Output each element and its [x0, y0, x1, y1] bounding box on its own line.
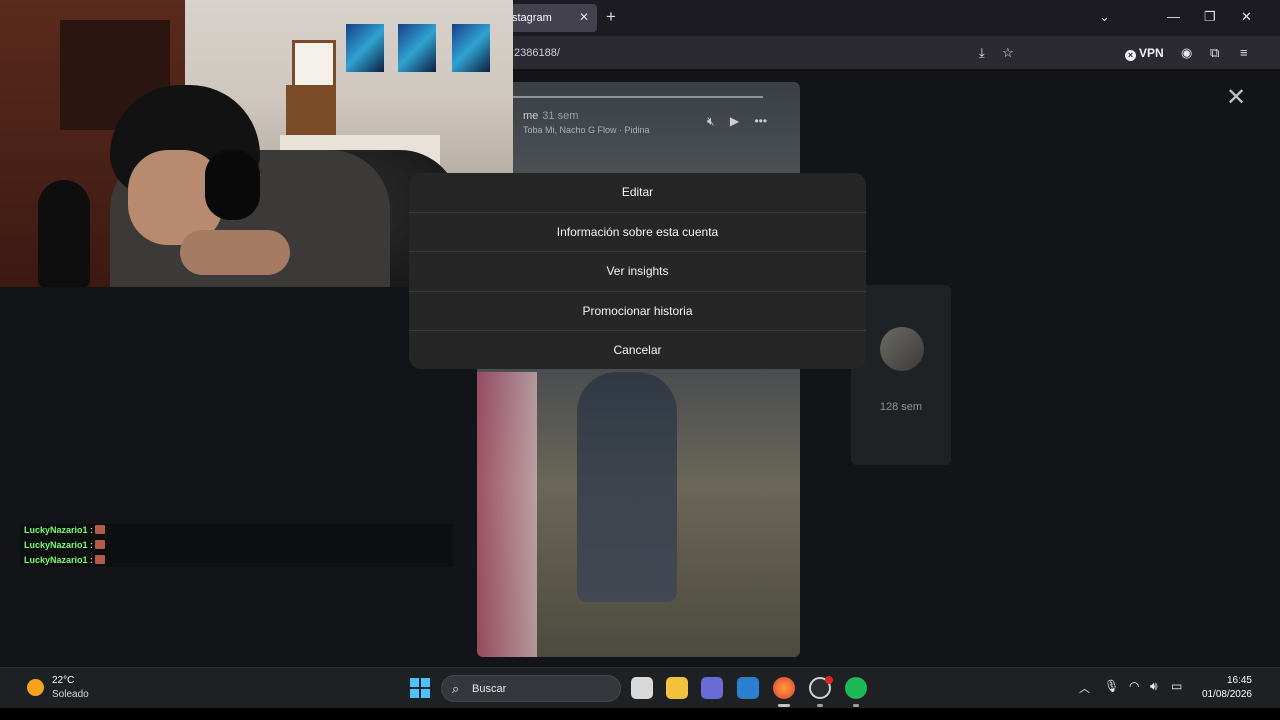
- chat-username: LuckyNazario1 :: [24, 555, 94, 565]
- microphone-icon[interactable]: 🎙︎: [1104, 679, 1119, 693]
- story-time: 31 sem: [542, 110, 579, 122]
- tab-close-icon[interactable]: ✕: [579, 10, 589, 24]
- search-placeholder: Buscar: [472, 683, 507, 695]
- chat-emote-icon: [95, 555, 106, 564]
- vpn-label: VPN: [1139, 46, 1164, 60]
- firefox-icon[interactable]: [773, 677, 795, 699]
- side-story-avatar: [880, 327, 924, 371]
- chat-line: LuckyNazario1 :: [24, 555, 106, 565]
- restore-window-icon[interactable]: ❐: [1204, 9, 1216, 25]
- windows-taskbar: 22°C Soleado ⌕ Buscar ︿ 🎙︎ ◠ 🔊︎ ▭ 16:45 …: [0, 667, 1280, 708]
- story-progress-bar: [513, 96, 763, 98]
- show-hidden-icons-chevron-icon[interactable]: ︿: [1079, 680, 1090, 696]
- windows-logo-pane: [421, 689, 430, 698]
- webcam-microphone: [38, 180, 90, 287]
- file-explorer-icon[interactable]: [666, 677, 688, 699]
- mute-icon[interactable]: 🔇︎: [707, 114, 715, 128]
- play-icon[interactable]: ▶: [730, 114, 739, 128]
- vpn-off-icon: ×: [1125, 50, 1136, 61]
- story-background-curtain: [477, 372, 537, 657]
- windows-logo-pane: [421, 678, 430, 687]
- letterbox-strip: [0, 708, 1280, 720]
- url-bar[interactable]: 2386188/: [514, 47, 560, 59]
- chat-username: LuckyNazario1 :: [24, 525, 94, 535]
- story-controls: 🔇︎ ▶ •••: [707, 114, 767, 129]
- webcam-headphones: [205, 150, 260, 220]
- menu-item-cancelar[interactable]: Cancelar: [409, 330, 866, 369]
- wifi-icon[interactable]: ◠: [1129, 679, 1139, 693]
- more-options-icon[interactable]: •••: [754, 114, 767, 128]
- side-story-card[interactable]: 128 sem: [851, 285, 951, 465]
- stream-chat-overlay: LuckyNazario1 : LuckyNazario1 : LuckyNaz…: [20, 524, 453, 567]
- side-story-time: 128 sem: [879, 401, 923, 413]
- clock-date[interactable]: 01/08/2026: [1194, 689, 1252, 700]
- spotify-icon[interactable]: [845, 677, 867, 699]
- clock-time[interactable]: 16:45: [1212, 675, 1252, 686]
- story-card[interactable]: me 31 sem Toba Mi, Nacho G Flow · Pidina …: [477, 82, 800, 657]
- firefox-active-indicator: [778, 704, 790, 707]
- store-icon[interactable]: [737, 677, 759, 699]
- teams-icon[interactable]: [701, 677, 723, 699]
- obs-running-indicator: [817, 704, 823, 707]
- search-icon: ⌕: [452, 681, 460, 696]
- new-tab-button[interactable]: +: [606, 8, 616, 26]
- volume-icon[interactable]: 🔊︎: [1150, 679, 1158, 694]
- story-song[interactable]: Toba Mi, Nacho G Flow · Pidina: [523, 125, 650, 135]
- start-button[interactable]: [410, 678, 430, 698]
- chat-emote-icon: [95, 525, 106, 534]
- task-view-icon[interactable]: [631, 677, 653, 699]
- install-app-icon[interactable]: ⤓: [979, 45, 985, 61]
- extensions-icon[interactable]: ⧉: [1210, 45, 1219, 61]
- story-username[interactable]: me: [523, 110, 538, 122]
- minimize-window-icon[interactable]: —: [1167, 9, 1180, 24]
- chat-line: LuckyNazario1 :: [24, 540, 106, 550]
- chat-emote-icon: [95, 540, 106, 549]
- webcam-poster-1: [346, 24, 384, 72]
- tab-list-chevron-icon[interactable]: ⌄: [1099, 9, 1110, 25]
- windows-logo-icon: [410, 678, 419, 687]
- taskbar-search-box[interactable]: ⌕ Buscar: [441, 675, 621, 702]
- spotify-running-indicator: [853, 704, 859, 707]
- weather-temperature[interactable]: 22°C: [52, 675, 74, 686]
- webcam-poster-3: [452, 24, 490, 72]
- battery-icon[interactable]: ▭: [1171, 679, 1182, 693]
- vpn-button[interactable]: × VPN: [1125, 46, 1164, 61]
- account-icon[interactable]: ◉: [1181, 45, 1192, 61]
- chat-username: LuckyNazario1 :: [24, 540, 94, 550]
- close-story-icon[interactable]: ✕: [1226, 86, 1246, 110]
- sun-icon[interactable]: [27, 679, 44, 696]
- menu-hamburger-icon[interactable]: ≡: [1240, 45, 1248, 60]
- story-photo-subject: [577, 372, 677, 602]
- webcam-poster-2: [398, 24, 436, 72]
- windows-logo-pane: [410, 689, 419, 698]
- menu-item-promocionar-historia[interactable]: Promocionar historia: [409, 291, 866, 330]
- menu-item-editar[interactable]: Editar: [409, 173, 866, 212]
- chat-line: LuckyNazario1 :: [24, 525, 106, 535]
- menu-item-account-info[interactable]: Información sobre esta cuenta: [409, 212, 866, 251]
- browser-tab-instagram[interactable]: stagram ✕: [500, 4, 597, 32]
- tab-title: stagram: [512, 12, 552, 24]
- desktop-screen: stagram ✕ + ⌄ — ❐ ✕ 2386188/ ⤓ ☆ × VPN ◉ …: [0, 0, 1280, 720]
- close-window-icon[interactable]: ✕: [1241, 9, 1252, 25]
- weather-description[interactable]: Soleado: [52, 689, 89, 700]
- menu-item-ver-insights[interactable]: Ver insights: [409, 251, 866, 290]
- webcam-window: [292, 40, 336, 90]
- webcam-person-arm: [180, 230, 290, 275]
- story-options-menu: Editar Información sobre esta cuenta Ver…: [409, 173, 866, 369]
- story-header: me 31 sem: [523, 110, 578, 122]
- notification-badge-icon: [825, 676, 833, 684]
- bookmark-star-icon[interactable]: ☆: [1002, 45, 1014, 61]
